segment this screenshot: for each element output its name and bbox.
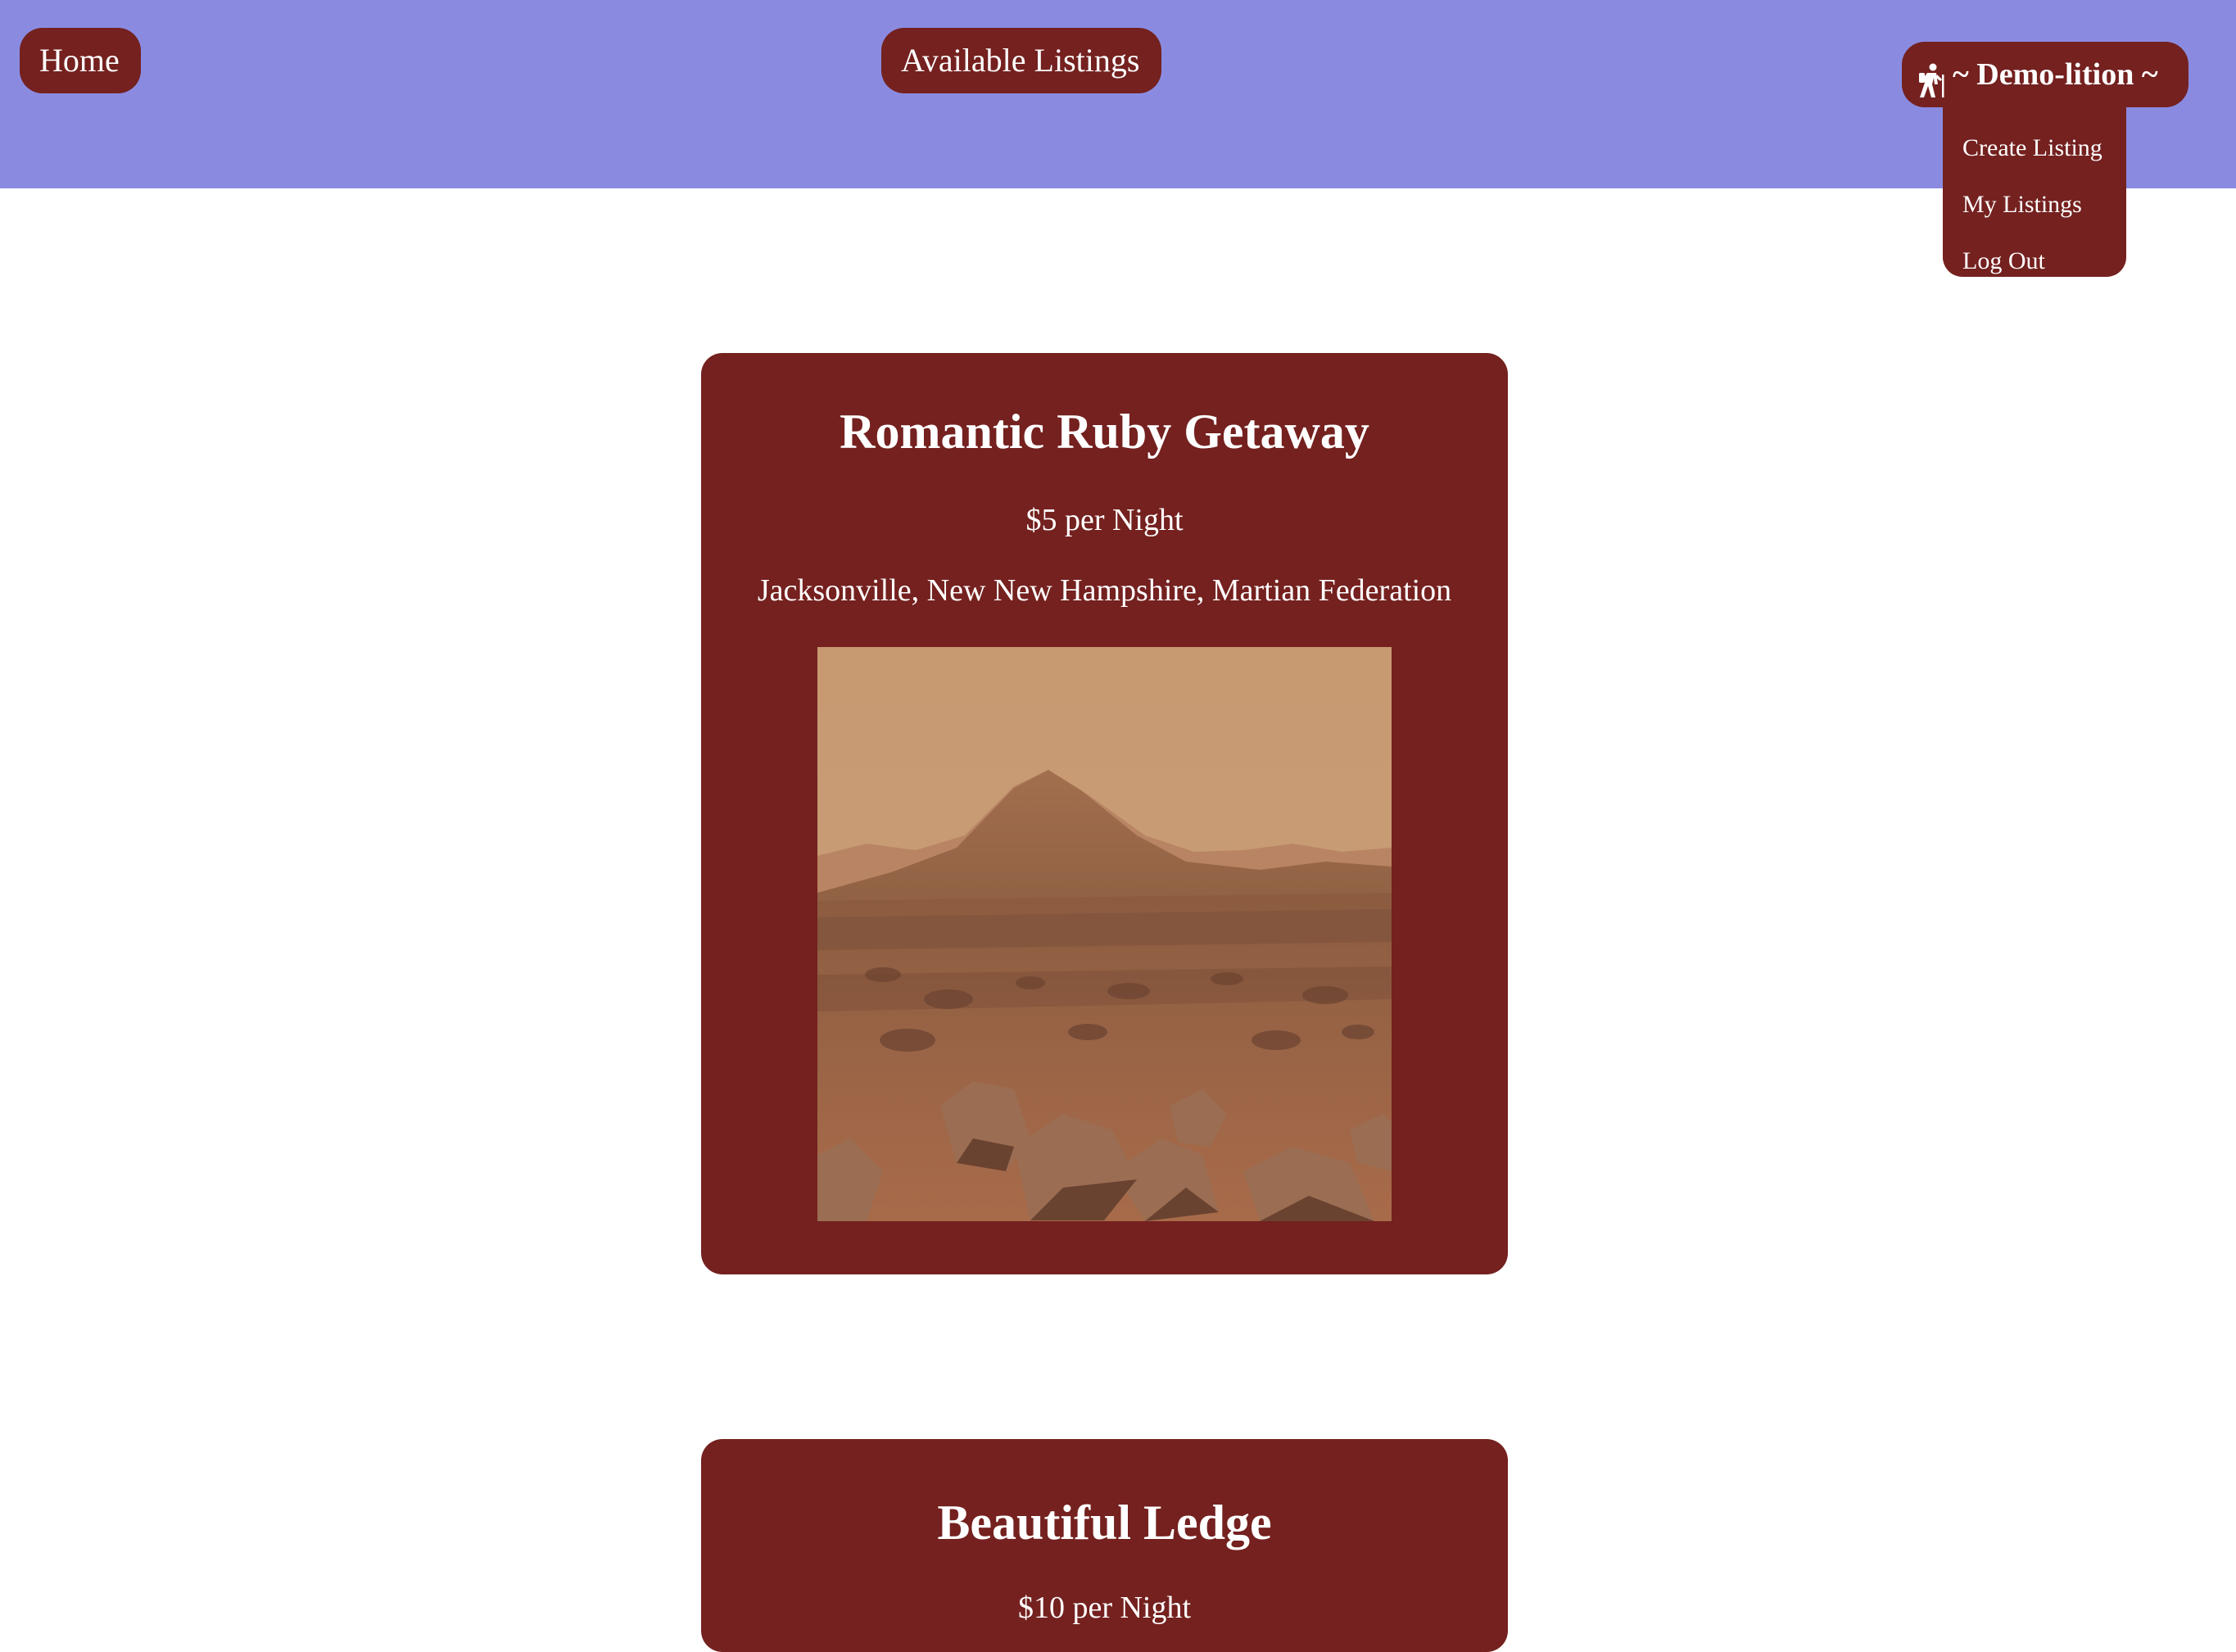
listing-title: Romantic Ruby Getaway	[840, 405, 1369, 459]
listing-price: $10 per Night	[1017, 1591, 1192, 1625]
log-out-link[interactable]: Log Out	[1943, 233, 2126, 289]
home-button[interactable]: Home	[20, 28, 141, 93]
my-listings-link[interactable]: My Listings	[1943, 176, 2126, 233]
user-menu-label: ~ Demo-lition ~	[1953, 57, 2158, 92]
user-dropdown-menu: Create Listing My Listings Log Out	[1943, 103, 2126, 277]
listing-price: $5 per Night	[1025, 503, 1184, 537]
available-listings-button[interactable]: Available Listings	[881, 28, 1161, 93]
listing-card[interactable]: Beautiful Ledge $10 per Night	[701, 1439, 1508, 1652]
listing-card[interactable]: Romantic Ruby Getaway $5 per Night Jacks…	[701, 353, 1508, 1274]
hiker-icon	[1917, 57, 1946, 97]
mars-landscape-photo	[817, 647, 1392, 1221]
create-listing-link[interactable]: Create Listing	[1943, 120, 2126, 176]
user-menu-button[interactable]: ~ Demo-lition ~	[1902, 42, 2188, 107]
listing-title: Beautiful Ledge	[937, 1496, 1272, 1550]
top-nav-bar: Home Available Listings ~ Demo-lition ~	[0, 0, 2236, 188]
listing-location: Jacksonville, New New Hampshire, Martian…	[757, 573, 1452, 608]
